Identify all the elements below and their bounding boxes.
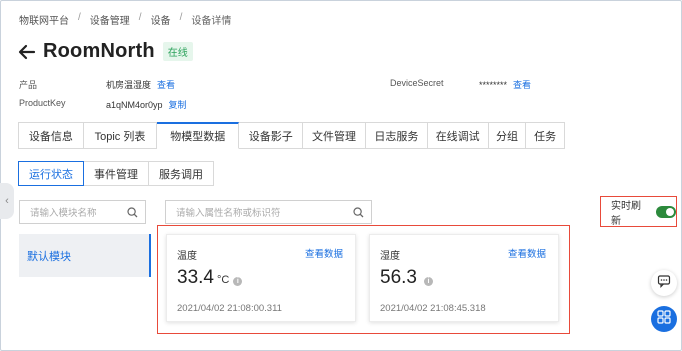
realtime-refresh-label: 实时刷新 [611,200,641,227]
meta-secret-label: DeviceSecret [390,78,444,88]
subtab-service-invocation[interactable]: 服务调用 [148,161,214,186]
tab-file-management[interactable]: 文件管理 [303,122,366,149]
product-view-link[interactable]: 查看 [157,80,175,90]
attribute-search-input[interactable]: 请输入属性名称或标识符 [165,200,372,224]
module-search-input[interactable]: 请输入模块名称 [19,200,146,224]
meta-product-label: 产品 [19,80,38,90]
module-item-default[interactable]: 默认模块 [19,234,151,277]
secret-value: ******** [479,80,508,90]
breadcrumb-item-device-details: 设备详情 [191,16,232,27]
card-value: 56.3 [380,267,417,288]
productkey-copy-link[interactable]: 复制 [169,100,187,110]
page-title: RoomNorth [43,40,155,62]
meta-productkey: a1qNM4or0yp 复制 [106,98,187,111]
tab-device-shadow[interactable]: 设备影子 [239,122,304,149]
view-data-link[interactable]: 查看数据 [305,246,343,260]
realtime-refresh-toggle[interactable] [655,205,676,218]
breadcrumb-item-iot-platform[interactable]: 物联网平台 [19,12,69,27]
apps-grid-icon [657,309,671,329]
productkey-value: a1qNM4or0yp [106,100,163,110]
main-tabs: 设备信息 Topic 列表 物模型数据 设备影子 文件管理 日志服务 在线调试 … [18,122,565,149]
sub-tabs: 运行状态 事件管理 服务调用 [18,161,214,186]
module-search-placeholder: 请输入模块名称 [30,208,97,219]
search-icon[interactable] [353,207,364,218]
card-timestamp: 2021/04/02 21:08:45.318 [380,303,486,314]
card-label: 温度 [177,251,197,262]
tab-topic-list[interactable]: Topic 列表 [83,122,158,149]
search-icon[interactable] [127,207,138,218]
chat-icon [657,274,671,293]
status-badge: 在线 [162,42,193,61]
card-unit: °C [216,274,230,286]
breadcrumb-item-device-management[interactable]: 设备管理 [90,12,130,27]
meta-product: 机房温湿度 查看 [106,78,175,91]
breadcrumb-separator: / [78,12,81,23]
view-data-link[interactable]: 查看数据 [508,246,546,260]
attribute-search-placeholder: 请输入属性名称或标识符 [176,208,281,219]
tab-tasks[interactable]: 任务 [526,122,565,149]
tab-thing-model-data[interactable]: 物模型数据 [157,122,240,149]
page-header: RoomNorth 在线 [17,40,193,63]
apps-button[interactable] [651,306,677,332]
meta-productkey-label: ProductKey [19,98,66,108]
breadcrumb-separator: / [138,12,142,23]
card-label: 湿度 [380,251,400,262]
back-arrow-icon[interactable] [17,42,37,62]
card-timestamp: 2021/04/02 21:08:00.311 [177,303,282,314]
subtab-running-status[interactable]: 运行状态 [18,161,84,186]
property-card-humidity: 湿度 查看数据 56.3 i 2021/04/02 21:08:45.318 [369,234,559,322]
product-value: 机房温湿度 [106,80,152,90]
tab-log-service[interactable]: 日志服务 [365,122,428,149]
breadcrumb-item-devices[interactable]: 设备 [151,12,171,27]
tab-device-info[interactable]: 设备信息 [19,122,84,149]
secret-view-link[interactable]: 查看 [513,80,531,90]
card-value-row: 33.4 °C i [177,267,243,289]
tab-groups[interactable]: 分组 [488,122,527,149]
breadcrumb-separator: / [179,12,183,23]
property-card-temperature: 温度 查看数据 33.4 °C i 2021/04/02 21:08:00.31… [166,234,356,322]
chevron-left-icon: ‹ [5,195,9,207]
chat-button[interactable] [651,270,677,296]
info-icon[interactable]: i [423,277,433,286]
realtime-refresh: 实时刷新 [600,196,677,227]
meta-secret: ******** 查看 [479,78,531,91]
info-icon[interactable]: i [233,277,243,286]
tab-online-debug[interactable]: 在线调试 [427,122,489,149]
card-value: 33.4 [177,267,214,288]
breadcrumb: 物联网平台 / 设备管理 / 设备 / 设备详情 [19,12,231,27]
card-value-row: 56.3 i [380,267,433,289]
subtab-event-management[interactable]: 事件管理 [83,161,149,186]
sidebar-collapse-handle[interactable]: ‹ [0,183,14,219]
